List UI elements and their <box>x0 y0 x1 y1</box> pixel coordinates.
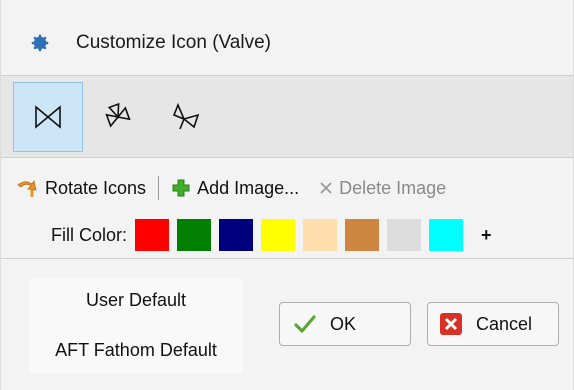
x-icon <box>320 182 332 194</box>
more-colors-button[interactable]: + <box>481 225 492 246</box>
angle-valve-down-button[interactable] <box>151 82 221 152</box>
defaults-panel: User Default AFT Fathom Default <box>29 278 243 374</box>
angle-valve-down-icon <box>172 102 200 130</box>
rotate-icons-button[interactable]: Rotate Icons <box>15 176 146 200</box>
color-swatch-3[interactable] <box>219 219 254 251</box>
image-actions-row: Rotate Icons Add Image... Delete Image <box>15 174 446 202</box>
checkmark-icon <box>292 311 318 337</box>
fill-color-row: Fill Color: + <box>51 219 492 251</box>
ok-button[interactable]: OK <box>279 302 411 346</box>
color-swatch-1[interactable] <box>135 219 170 251</box>
add-image-label: Add Image... <box>197 177 300 198</box>
color-swatch-8[interactable] <box>429 219 464 251</box>
dialog-footer: User Default AFT Fathom Default OK Cance… <box>1 260 573 390</box>
ok-label: OK <box>330 313 357 334</box>
gear-icon <box>31 34 49 52</box>
bowtie-valve-button[interactable] <box>13 82 83 152</box>
cancel-x-icon <box>438 311 464 337</box>
icon-style-toolbar <box>1 75 573 158</box>
color-swatch-7[interactable] <box>387 219 422 251</box>
color-swatch-4[interactable] <box>261 219 296 251</box>
delete-image-button[interactable]: Delete Image <box>319 178 446 199</box>
color-swatch-2[interactable] <box>177 219 212 251</box>
fill-color-label: Fill Color: <box>51 224 128 245</box>
angle-valve-up-button[interactable] <box>87 82 157 152</box>
customize-icon-dialog: Customize Icon (Valve) Rotate Icons Add … <box>0 0 574 390</box>
rotate-icon <box>17 179 37 197</box>
green-plus-icon <box>172 179 190 197</box>
user-default-option[interactable]: User Default <box>29 290 243 311</box>
color-swatches <box>135 219 471 251</box>
title-bar: Customize Icon (Valve) <box>1 0 573 75</box>
angle-valve-up-icon <box>105 102 131 128</box>
add-image-button[interactable]: Add Image... <box>171 178 299 199</box>
rotate-icons-label: Rotate Icons <box>45 177 147 198</box>
cancel-label: Cancel <box>476 313 533 334</box>
toolbar-separator <box>158 176 160 200</box>
aft-fathom-default-option[interactable]: AFT Fathom Default <box>29 340 243 361</box>
bowtie-valve-icon <box>35 105 61 129</box>
color-swatch-5[interactable] <box>303 219 338 251</box>
color-swatch-6[interactable] <box>345 219 380 251</box>
image-and-color-toolbar: Rotate Icons Add Image... Delete Image F… <box>1 159 573 259</box>
delete-image-label: Delete Image <box>339 177 447 198</box>
cancel-button[interactable]: Cancel <box>427 302 559 346</box>
dialog-title: Customize Icon (Valve) <box>76 32 271 53</box>
